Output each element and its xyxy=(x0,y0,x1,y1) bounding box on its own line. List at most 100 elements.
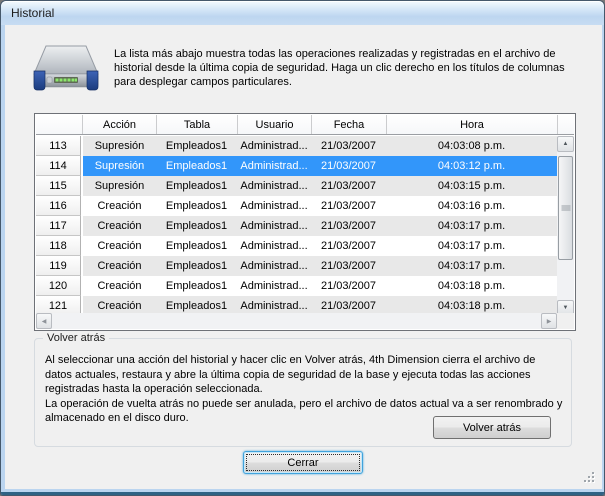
cell-accion: Creación xyxy=(83,196,156,216)
table-header: Acción Tabla Usuario Fecha Hora xyxy=(36,115,574,135)
cell-usuario: Administrad... xyxy=(237,256,311,276)
column-header-fecha[interactable]: Fecha xyxy=(312,115,387,134)
scroll-left-button[interactable]: ◀ xyxy=(36,313,52,329)
rollback-description: Al seleccionar una acción del historial … xyxy=(45,353,565,426)
row-strip: Creación Empleados1 Administrad... 21/03… xyxy=(83,216,557,236)
cell-fecha: 21/03/2007 xyxy=(311,216,386,236)
cell-tabla: Empleados1 xyxy=(156,276,237,296)
cell-tabla: Empleados1 xyxy=(156,216,237,236)
cell-usuario: Administrad... xyxy=(237,196,311,216)
cell-tabla: Empleados1 xyxy=(156,196,237,216)
header-corner xyxy=(36,115,83,134)
cell-fecha: 21/03/2007 xyxy=(311,196,386,216)
column-header-tabla[interactable]: Tabla xyxy=(157,115,238,134)
horizontal-scrollbar[interactable]: ◀ ▶ xyxy=(36,313,557,329)
row-strip: Creación Empleados1 Administrad... 21/03… xyxy=(83,236,557,256)
column-header-hora[interactable]: Hora xyxy=(387,115,557,134)
row-number: 113 xyxy=(36,136,81,156)
row-number: 116 xyxy=(36,196,81,216)
cerrar-button[interactable]: Cerrar xyxy=(243,451,363,474)
up-arrow-icon: ▲ xyxy=(563,141,569,147)
row-number: 114 xyxy=(36,156,81,176)
row-number: 117 xyxy=(36,216,81,236)
cell-hora: 04:03:16 p.m. xyxy=(386,196,557,216)
cell-fecha: 21/03/2007 xyxy=(311,256,386,276)
cell-hora: 04:03:18 p.m. xyxy=(386,276,557,296)
row-strip: Creación Empleados1 Administrad... 21/03… xyxy=(83,196,557,216)
table-row[interactable]: 117 Creación Empleados1 Administrad... 2… xyxy=(36,216,557,236)
history-table: Acción Tabla Usuario Fecha Hora 113 Supr… xyxy=(34,113,576,331)
header-stub xyxy=(557,115,574,134)
cell-accion: Supresión xyxy=(83,176,156,196)
table-row[interactable]: 120 Creación Empleados1 Administrad... 2… xyxy=(36,276,557,296)
cell-usuario: Administrad... xyxy=(237,156,311,176)
table-row[interactable]: 118 Creación Empleados1 Administrad... 2… xyxy=(36,236,557,256)
scrollbar-corner xyxy=(557,313,574,329)
resize-grip[interactable] xyxy=(582,470,596,484)
cell-tabla: Empleados1 xyxy=(156,236,237,256)
cell-hora: 04:03:08 p.m. xyxy=(386,136,557,156)
row-number: 120 xyxy=(36,276,81,296)
vertical-scrollbar[interactable]: ▲ ▼ xyxy=(557,136,574,316)
scroll-right-button[interactable]: ▶ xyxy=(541,313,557,329)
vertical-scroll-track[interactable] xyxy=(557,152,574,300)
rollback-groupbox: Volver atrás Al seleccionar una acción d… xyxy=(34,338,572,447)
table-row[interactable]: 114 Supresión Empleados1 Administrad... … xyxy=(36,156,557,176)
left-arrow-icon: ◀ xyxy=(42,318,47,325)
cell-accion: Creación xyxy=(83,276,156,296)
row-strip: Supresión Empleados1 Administrad... 21/0… xyxy=(83,176,557,196)
table-row[interactable]: 116 Creación Empleados1 Administrad... 2… xyxy=(36,196,557,216)
cell-usuario: Administrad... xyxy=(237,216,311,236)
cell-tabla: Empleados1 xyxy=(156,156,237,176)
cell-usuario: Administrad... xyxy=(237,176,311,196)
cell-hora: 04:03:15 p.m. xyxy=(386,176,557,196)
cell-hora: 04:03:17 p.m. xyxy=(386,216,557,236)
column-header-usuario[interactable]: Usuario xyxy=(238,115,312,134)
window-title: Historial xyxy=(11,6,54,20)
cell-fecha: 21/03/2007 xyxy=(311,156,386,176)
row-number: 118 xyxy=(36,236,81,256)
row-number: 119 xyxy=(36,256,81,276)
cell-fecha: 21/03/2007 xyxy=(311,176,386,196)
hard-drive-icon xyxy=(29,41,103,99)
volver-atras-button[interactable]: Volver atrás xyxy=(433,416,551,439)
cell-hora: 04:03:17 p.m. xyxy=(386,236,557,256)
table-row[interactable]: 113 Supresión Empleados1 Administrad... … xyxy=(36,136,557,156)
vertical-scroll-thumb[interactable] xyxy=(558,156,573,260)
cell-accion: Creación xyxy=(83,236,156,256)
rollback-paragraph-1: Al seleccionar una acción del historial … xyxy=(45,353,565,397)
cell-accion: Supresión xyxy=(83,136,156,156)
cell-fecha: 21/03/2007 xyxy=(311,236,386,256)
row-strip: Supresión Empleados1 Administrad... 21/0… xyxy=(83,156,557,176)
down-arrow-icon: ▼ xyxy=(563,305,569,311)
row-strip: Supresión Empleados1 Administrad... 21/0… xyxy=(83,136,557,156)
cell-accion: Creación xyxy=(83,216,156,236)
cell-accion: Creación xyxy=(83,256,156,276)
dialog-window: Historial xyxy=(0,0,605,496)
cell-usuario: Administrad... xyxy=(237,236,311,256)
cell-fecha: 21/03/2007 xyxy=(311,276,386,296)
cell-usuario: Administrad... xyxy=(237,276,311,296)
thumb-grip-icon xyxy=(561,206,570,211)
row-strip: Creación Empleados1 Administrad... 21/03… xyxy=(83,256,557,276)
cell-fecha: 21/03/2007 xyxy=(311,136,386,156)
title-bar[interactable]: Historial xyxy=(1,1,604,25)
column-header-accion[interactable]: Acción xyxy=(83,115,157,134)
row-number: 115 xyxy=(36,176,81,196)
scroll-up-button[interactable]: ▲ xyxy=(557,136,574,152)
cell-hora: 04:03:12 p.m. xyxy=(386,156,557,176)
cell-hora: 04:03:17 p.m. xyxy=(386,256,557,276)
right-arrow-icon: ▶ xyxy=(547,318,552,325)
cell-tabla: Empleados1 xyxy=(156,136,237,156)
cell-tabla: Empleados1 xyxy=(156,256,237,276)
cell-tabla: Empleados1 xyxy=(156,176,237,196)
intro-text: La lista más abajo muestra todas las ope… xyxy=(114,47,572,89)
table-body: 113 Supresión Empleados1 Administrad... … xyxy=(36,136,557,316)
rollback-group-title: Volver atrás xyxy=(43,332,109,344)
table-row[interactable]: 115 Supresión Empleados1 Administrad... … xyxy=(36,176,557,196)
cell-usuario: Administrad... xyxy=(237,136,311,156)
row-strip: Creación Empleados1 Administrad... 21/03… xyxy=(83,276,557,296)
horizontal-scroll-track[interactable] xyxy=(52,313,541,329)
cell-accion: Supresión xyxy=(83,156,156,176)
table-row[interactable]: 119 Creación Empleados1 Administrad... 2… xyxy=(36,256,557,276)
